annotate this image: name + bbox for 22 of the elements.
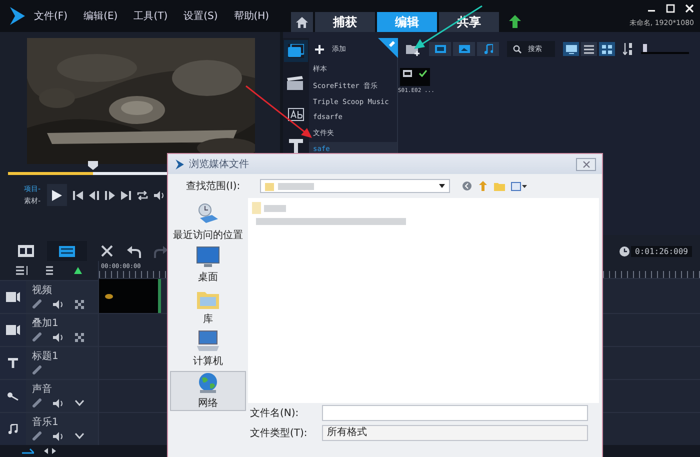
place-item[interactable]: 计算机 — [170, 329, 246, 369]
look-in-label: 查找范围(I): — [186, 180, 242, 193]
track-name: 视频 — [32, 284, 53, 297]
place-item[interactable]: 库 — [170, 287, 246, 327]
place-item[interactable]: 最近访问的位置 — [170, 201, 246, 243]
dialog-title: 浏览媒体文件 — [189, 158, 249, 171]
file-type-dropdown[interactable]: 所有格式 — [322, 425, 588, 441]
menu-item[interactable]: 文件(F) — [34, 9, 68, 23]
place-item[interactable]: 桌面 — [170, 245, 246, 285]
track-name: 标题1 — [32, 350, 60, 363]
menu-item[interactable]: 设置(S) — [184, 9, 218, 23]
menu-item[interactable]: 编辑(E) — [84, 9, 118, 23]
track-name: 音乐1 — [32, 416, 60, 429]
timecode: 0:01:26:009 — [631, 246, 692, 256]
workspace-tab[interactable]: 捕获 — [315, 12, 376, 32]
track-name: 叠加1 — [32, 316, 60, 330]
file-name-label: 文件名(N): — [250, 406, 300, 420]
menu-item[interactable]: 帮助(H) — [234, 9, 270, 23]
track-name: 声音 — [32, 382, 53, 396]
menu-item[interactable]: 工具(T) — [134, 9, 168, 23]
file-type-label: 文件类型(T): — [250, 426, 308, 440]
place-item[interactable]: 网络 — [170, 371, 246, 411]
